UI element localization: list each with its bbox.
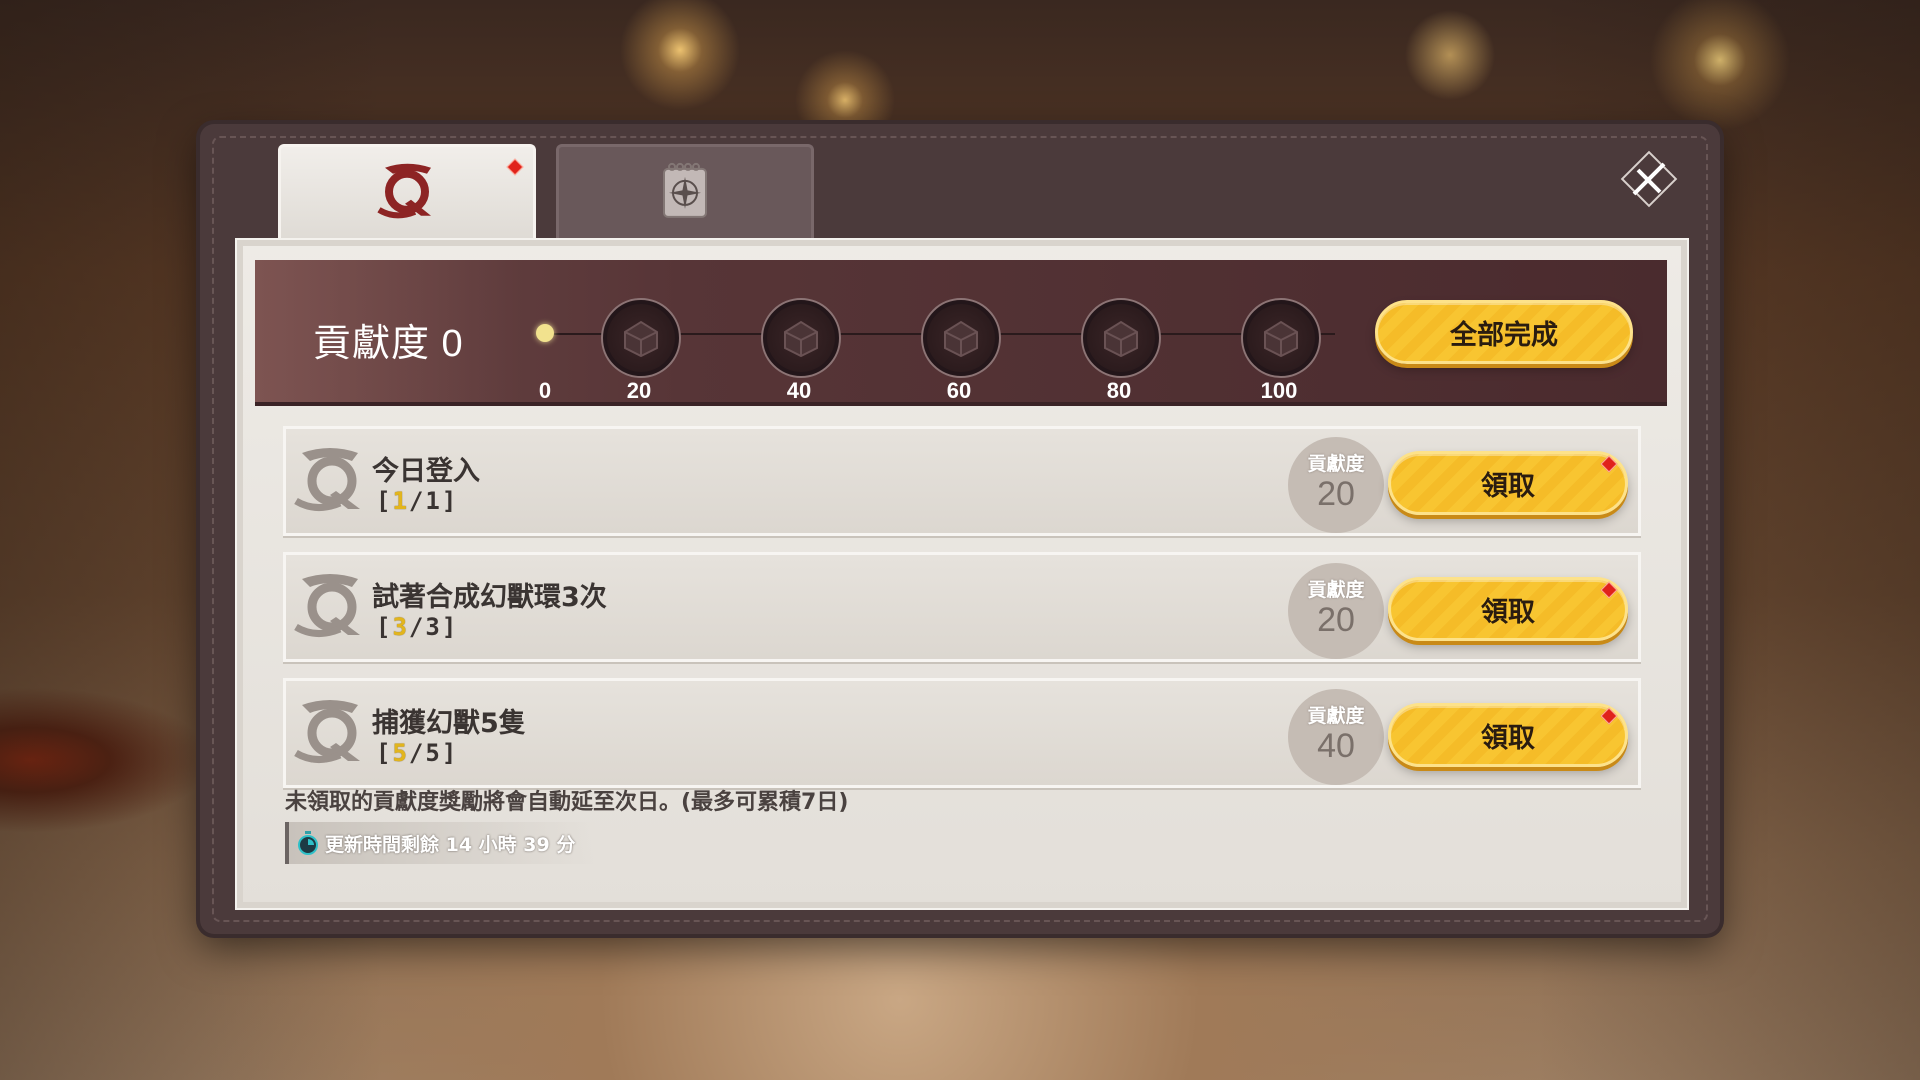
quest-scroll-icon	[294, 569, 366, 643]
notification-dot	[1600, 581, 1618, 599]
contribution-reward: 貢獻度 20	[1288, 563, 1384, 659]
claim-button[interactable]: 領取	[1388, 577, 1628, 641]
quest-title: 捕獲幻獸5隻	[372, 708, 526, 739]
contribution-reward: 貢獻度 20	[1288, 437, 1384, 533]
notification-dot	[506, 158, 524, 176]
mission-dialog: 貢獻度 0 0 20 40 60 80 100 全部完成 今日登入 [1/1] …	[200, 124, 1720, 934]
compass-notebook-icon	[660, 161, 710, 223]
reward-carryover-note: 未領取的貢獻度獎勵將會自動延至次日。(最多可累積7日)	[285, 790, 849, 815]
quest-row: 試著合成幻獸環3次 [3/3] 貢獻度 20 領取	[283, 552, 1641, 662]
quest-scroll-icon	[294, 695, 366, 769]
tab-daily-quests[interactable]	[278, 144, 536, 243]
quest-progress: [5/5]	[376, 739, 459, 767]
quest-panel: 貢獻度 0 0 20 40 60 80 100 全部完成 今日登入 [1/1] …	[235, 238, 1689, 910]
progress-indicator	[536, 324, 554, 342]
milestone-label: 0	[538, 378, 552, 403]
close-button[interactable]	[1620, 150, 1678, 208]
claim-button[interactable]: 領取	[1388, 703, 1628, 767]
quest-row: 捕獲幻獸5隻 [5/5] 貢獻度 40 領取	[283, 678, 1641, 788]
close-icon	[1620, 150, 1678, 208]
milestone-chest-100[interactable]	[1241, 298, 1321, 378]
refresh-timer-text: 更新時間剩餘 14 小時 39 分	[325, 833, 576, 856]
milestone-chest-80[interactable]	[1081, 298, 1161, 378]
quest-scroll-icon	[294, 443, 366, 517]
reward-chest-icon	[624, 320, 658, 358]
milestone-chest-20[interactable]	[601, 298, 681, 378]
complete-all-button[interactable]: 全部完成	[1375, 300, 1633, 364]
refresh-timer: 更新時間剩餘 14 小時 39 分	[285, 822, 597, 864]
quest-progress: [3/3]	[376, 613, 459, 641]
quest-row: 今日登入 [1/1] 貢獻度 20 領取	[283, 426, 1641, 536]
milestone-chest-60[interactable]	[921, 298, 1001, 378]
contribution-reward: 貢獻度 40	[1288, 689, 1384, 785]
reward-chest-icon	[1104, 320, 1138, 358]
contribution-score: 貢獻度 0	[313, 323, 464, 365]
reward-chest-icon	[944, 320, 978, 358]
reward-chest-icon	[1264, 320, 1298, 358]
quest-title: 今日登入	[372, 456, 480, 487]
tab-other[interactable]	[556, 144, 814, 243]
milestone-chest-40[interactable]	[761, 298, 841, 378]
quest-scroll-icon	[375, 160, 439, 224]
quest-title: 試著合成幻獸環3次	[372, 582, 607, 613]
milestone-label: 60	[946, 378, 972, 403]
claim-button[interactable]: 領取	[1388, 451, 1628, 515]
notification-dot	[1600, 455, 1618, 473]
quest-progress: [1/1]	[376, 487, 459, 515]
notification-dot	[1600, 707, 1618, 725]
milestone-label: 80	[1106, 378, 1132, 403]
reward-chest-icon	[784, 320, 818, 358]
milestone-label: 40	[786, 378, 812, 403]
milestone-label: 20	[626, 378, 652, 403]
contribution-progress-bar: 貢獻度 0 0 20 40 60 80 100 全部完成	[255, 260, 1667, 406]
milestone-label: 100	[1260, 378, 1298, 403]
stopwatch-icon	[298, 831, 318, 855]
